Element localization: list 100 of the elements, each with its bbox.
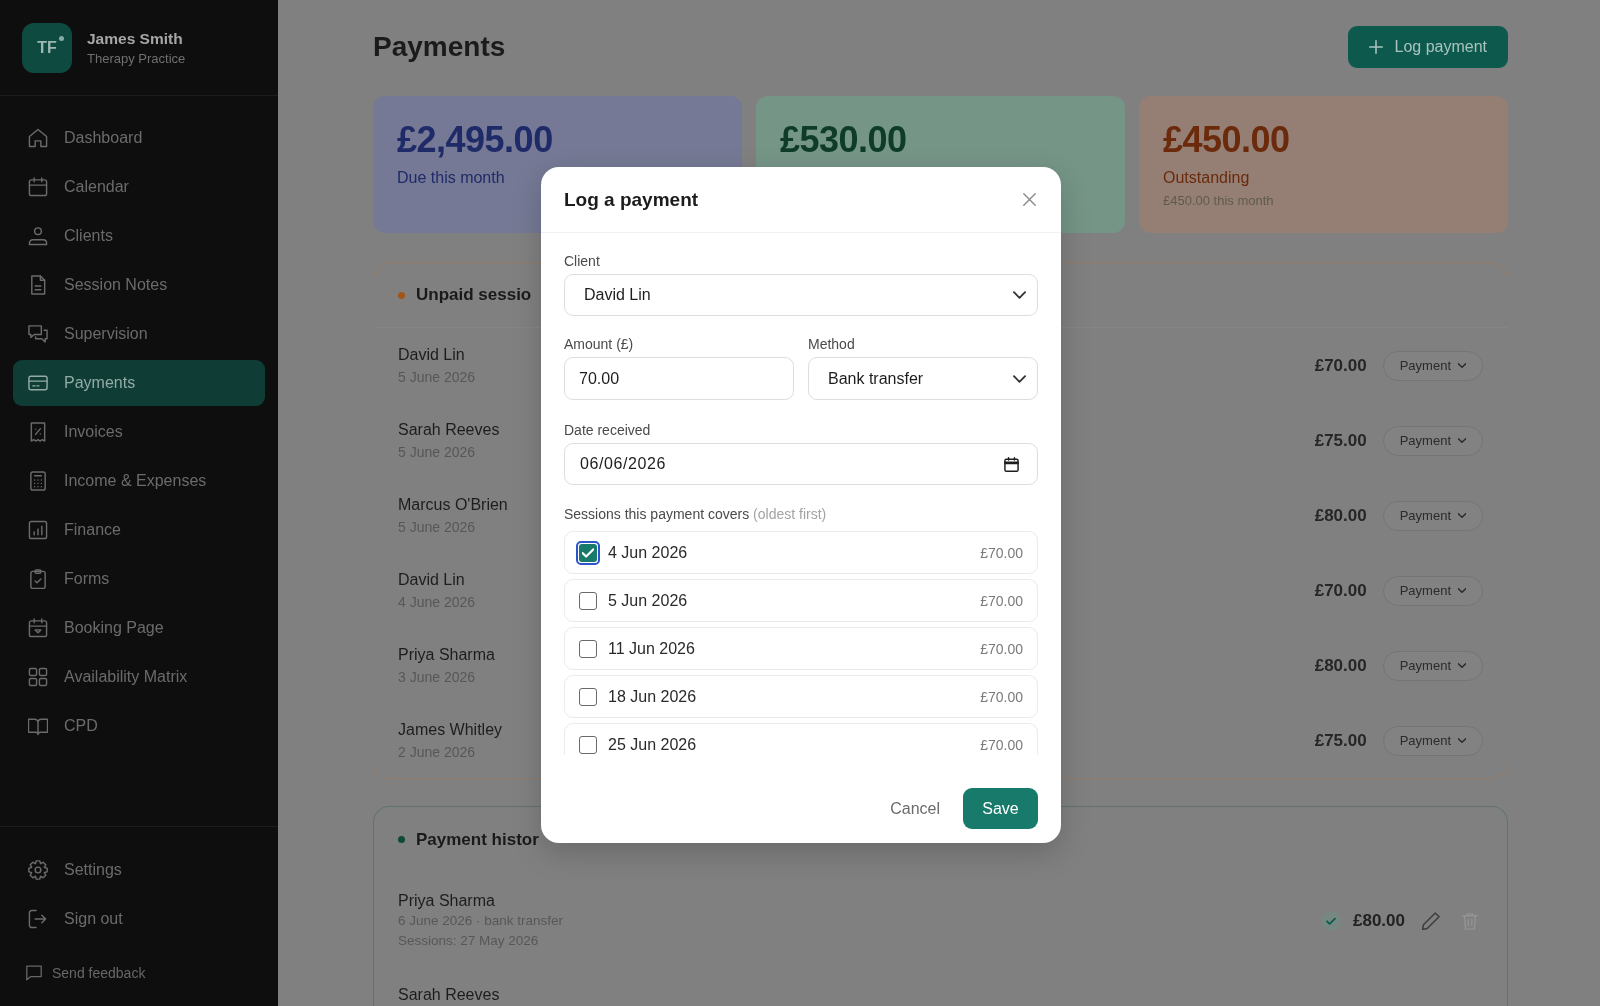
- dialog-title: Log a payment: [564, 187, 699, 212]
- checkbox[interactable]: [576, 540, 600, 565]
- feedback-link[interactable]: Send feedback: [13, 960, 265, 986]
- card-label: Due this month: [397, 168, 505, 188]
- section-title: Payment histor: [416, 828, 539, 851]
- practice-name: Therapy Practice: [87, 50, 186, 67]
- date-input[interactable]: 06/06/2026: [564, 443, 1038, 485]
- chevron-down-icon: [1013, 291, 1026, 299]
- receipt-icon: [28, 422, 48, 442]
- cancel-button[interactable]: Cancel: [878, 788, 952, 829]
- nav-item[interactable]: Supervision: [13, 311, 265, 357]
- session-amount: £70.00: [980, 735, 1023, 754]
- calendar-icon: [28, 618, 48, 638]
- payment-amount: £80.00: [1353, 910, 1405, 932]
- checkbox[interactable]: [579, 687, 597, 706]
- method-select[interactable]: Bank transfer: [808, 357, 1038, 400]
- caret-icon: [1458, 663, 1466, 668]
- amount-input[interactable]: 70.00: [564, 357, 794, 400]
- session-amount: £70.00: [980, 591, 1023, 610]
- checkbox[interactable]: [579, 735, 597, 754]
- close-icon[interactable]: [1023, 193, 1036, 206]
- card-amount: £2,495.00: [397, 120, 553, 160]
- card-amount: £530.00: [780, 120, 907, 160]
- document-icon: [28, 275, 48, 295]
- nav-item[interactable]: Income & Expenses: [13, 458, 265, 504]
- nav-item[interactable]: Clients: [13, 213, 265, 259]
- session-option[interactable]: 4 Jun 2026 £70.00: [564, 531, 1038, 574]
- nav-item[interactable]: Availability Matrix: [13, 654, 265, 700]
- payment-dropdown[interactable]: Payment: [1382, 650, 1483, 681]
- client-name: Marcus O'Brien: [398, 495, 508, 515]
- log-payment-button[interactable]: Log payment: [1348, 26, 1508, 68]
- caret-icon: [1458, 738, 1466, 743]
- pencil-icon[interactable]: [1422, 912, 1440, 930]
- session-amount: £80.00: [1314, 654, 1367, 677]
- caret-icon: [1458, 588, 1466, 593]
- home-icon: [28, 128, 48, 148]
- session-date: 4 Jun 2026: [608, 542, 688, 563]
- payment-dropdown[interactable]: Payment: [1382, 575, 1483, 606]
- nav-item[interactable]: CPD: [13, 703, 265, 749]
- session-amount: £70.00: [980, 687, 1023, 706]
- nav-item[interactable]: Payments: [13, 360, 265, 406]
- payment-dropdown[interactable]: Payment: [1382, 725, 1483, 756]
- book-icon: [28, 716, 48, 736]
- sessions-label: Sessions this payment covers (oldest first): [564, 505, 828, 523]
- payment-dropdown[interactable]: Payment: [1382, 350, 1483, 381]
- client-name: Priya Sharma: [398, 645, 495, 665]
- plus-icon: [1369, 40, 1384, 54]
- grid-icon: [28, 667, 48, 687]
- nav-item[interactable]: Sign out: [13, 896, 265, 942]
- calculator-icon: [28, 471, 48, 491]
- session-date: 5 Jun 2026: [608, 590, 688, 611]
- caret-icon: [1458, 513, 1466, 518]
- client-name: Sarah Reeves: [398, 985, 500, 1005]
- user-name: James Smith: [87, 28, 184, 49]
- session-option[interactable]: 5 Jun 2026 £70.00: [564, 579, 1038, 622]
- chevron-down-icon: [1013, 374, 1026, 383]
- payment-dropdown[interactable]: Payment: [1382, 425, 1483, 456]
- field-label: Date received: [564, 421, 652, 439]
- nav-item[interactable]: Booking Page: [13, 605, 265, 651]
- calendar-icon: [28, 177, 48, 197]
- client-name: Priya Sharma: [398, 891, 496, 911]
- checkbox[interactable]: [579, 591, 597, 610]
- client-name: David Lin: [398, 345, 466, 365]
- session-date: 11 Jun 2026: [608, 638, 695, 659]
- session-amount: £80.00: [1314, 504, 1367, 527]
- card-label: Outstanding: [1163, 168, 1250, 188]
- nav-item[interactable]: Dashboard: [13, 115, 265, 161]
- nav-item[interactable]: Invoices: [13, 409, 265, 455]
- client-select[interactable]: David Lin: [564, 274, 1038, 316]
- client-name: James Whitley: [398, 720, 503, 740]
- gear-icon: [28, 860, 48, 880]
- message-icon: [26, 965, 42, 981]
- session-option[interactable]: 11 Jun 2026 £70.00: [564, 627, 1038, 670]
- nav-item[interactable]: Finance: [13, 507, 265, 553]
- check-icon: [582, 547, 594, 558]
- session-date: 25 Jun 2026: [608, 734, 697, 755]
- nav-item[interactable]: Calendar: [13, 164, 265, 210]
- save-button[interactable]: Save: [963, 788, 1038, 829]
- session-amount: £70.00: [1314, 354, 1367, 377]
- session-date: 18 Jun 2026: [608, 686, 697, 707]
- session-amount: £75.00: [1314, 429, 1367, 452]
- session-amount: £70.00: [980, 639, 1023, 658]
- session-option[interactable]: 25 Jun 2026 £70.00: [564, 723, 1038, 755]
- check-circle-icon: [1321, 911, 1341, 931]
- clipboard-check-icon: [28, 569, 48, 589]
- nav-item[interactable]: Session Notes: [13, 262, 265, 308]
- person-icon: [28, 226, 48, 246]
- field-label: Client: [564, 252, 601, 270]
- nav-item[interactable]: Settings: [13, 847, 265, 893]
- session-option[interactable]: 18 Jun 2026 £70.00: [564, 675, 1038, 718]
- chat-icon: [28, 324, 48, 344]
- logo-initials: TF: [37, 37, 57, 58]
- session-amount: £70.00: [980, 543, 1023, 562]
- session-amount: £75.00: [1314, 729, 1367, 752]
- calendar-icon: [1004, 456, 1019, 472]
- nav-item[interactable]: Forms: [13, 556, 265, 602]
- caret-icon: [1458, 363, 1466, 368]
- payment-dropdown[interactable]: Payment: [1382, 500, 1483, 531]
- field-label: Amount (£): [564, 335, 635, 353]
- checkbox[interactable]: [579, 639, 597, 658]
